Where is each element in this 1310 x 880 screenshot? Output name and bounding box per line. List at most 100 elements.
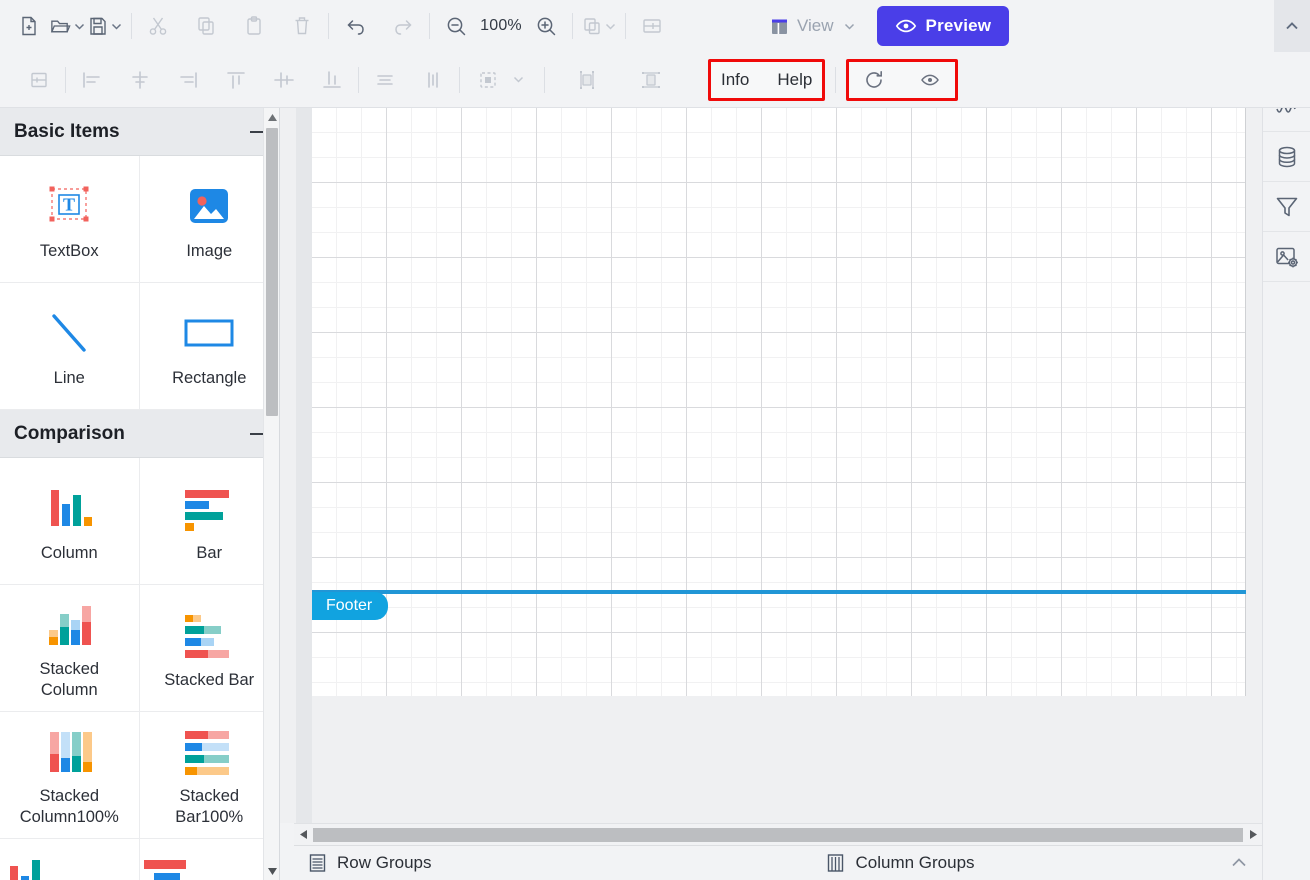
rectangle-icon [178, 304, 240, 362]
properties-icon[interactable] [1263, 108, 1310, 132]
scrollbar-thumb[interactable] [313, 827, 1243, 842]
toolbar-divider [131, 13, 132, 39]
distribute-vertical-icon[interactable] [414, 61, 452, 99]
align-right-icon[interactable] [169, 61, 207, 99]
size-width-icon[interactable] [568, 61, 606, 99]
open-folder-icon[interactable] [48, 7, 86, 45]
zoom-level-label: 100% [480, 17, 522, 34]
toolbox-group-header-comparison[interactable]: Comparison [0, 410, 279, 458]
info-button[interactable]: Info [721, 70, 749, 90]
toolbox-item-label: Rectangle [172, 368, 247, 387]
column-groups-label: Column Groups [855, 853, 975, 872]
collapse-toolbar-button[interactable] [1274, 0, 1310, 52]
toolbox-item-stacked-bar-chart[interactable]: Stacked Bar [139, 585, 279, 712]
scroll-left-arrow-icon[interactable] [294, 824, 312, 846]
align-bottom-icon[interactable] [313, 61, 351, 99]
help-button[interactable]: Help [777, 70, 812, 90]
footer-section-divider [312, 590, 1246, 594]
toolbar-divider [544, 66, 545, 93]
scrollbar-thumb[interactable] [266, 128, 278, 416]
toolbox-item-range-column-chart[interactable] [0, 839, 140, 880]
undo-icon[interactable] [336, 7, 374, 45]
toolbox-item-column-chart[interactable]: Column [0, 458, 140, 585]
canvas-horizontal-scrollbar[interactable] [294, 823, 1262, 845]
report-designer-window: 100% View Preview Info Help Basic Items … [0, 0, 1310, 880]
zoom-in-icon[interactable] [527, 7, 565, 45]
view-menu-button[interactable]: View [759, 7, 867, 45]
report-design-surface[interactable] [312, 108, 1246, 696]
zoom-out-icon[interactable] [437, 7, 475, 45]
duplicate-layout-icon[interactable] [580, 7, 618, 45]
refresh-preview-highlight-group [846, 58, 959, 101]
delete-icon[interactable] [283, 7, 321, 45]
align-left-icon[interactable] [73, 61, 111, 99]
collapse-groups-button[interactable] [1230, 855, 1248, 871]
toolbox-item-textbox[interactable]: T TextBox [0, 156, 140, 283]
refresh-icon[interactable] [855, 61, 893, 99]
paste-icon[interactable] [235, 7, 273, 45]
toolbox-item-stacked-column-100-chart[interactable]: Stacked Column100% [0, 712, 140, 839]
toolbox-group-basic-items: T TextBox Image Line Rectangle [0, 156, 279, 410]
toolbar-divider [835, 66, 837, 93]
preview-label: Preview [925, 16, 992, 35]
image-settings-icon[interactable] [1263, 232, 1310, 282]
column-groups-button[interactable]: Column Groups [826, 853, 975, 873]
toolbox-item-rectangle[interactable]: Rectangle [139, 283, 279, 410]
preview-button[interactable]: Preview [876, 6, 1010, 46]
toolbox-item-bar-chart[interactable]: Bar [139, 458, 279, 585]
split-panel-icon[interactable] [633, 7, 671, 45]
align-center-icon[interactable] [121, 61, 159, 99]
row-groups-icon [309, 854, 326, 872]
scroll-down-arrow-icon[interactable] [264, 862, 279, 880]
toolbox-item-label: Stacked Bar [164, 670, 255, 689]
toolbar-divider [429, 13, 430, 39]
toolbox-item-label: Bar [196, 543, 223, 562]
bar-chart-icon [181, 479, 237, 537]
data-sources-icon[interactable] [1263, 132, 1310, 182]
row-groups-button[interactable]: Row Groups [308, 853, 431, 873]
design-canvas-area[interactable]: Footer [280, 108, 1262, 823]
toolbox-item-label: TextBox [39, 241, 99, 260]
select-all-icon[interactable] [477, 61, 526, 99]
toolbox-item-range-bar-chart[interactable] [139, 839, 279, 880]
chevron-down-icon[interactable] [511, 72, 526, 87]
scroll-up-arrow-icon[interactable] [264, 108, 279, 126]
footer-section-tab[interactable]: Footer [312, 592, 389, 620]
toolbox-group-comparison: Column Bar Stacked Column Stacked Bar St… [0, 458, 279, 880]
column-groups-icon [828, 854, 844, 872]
cut-icon[interactable] [139, 7, 177, 45]
eye-icon[interactable] [911, 61, 949, 99]
toolbox-item-stacked-bar-100-chart[interactable]: Stacked Bar100% [139, 712, 279, 839]
toolbox-item-label: Column [40, 543, 98, 562]
size-height-icon[interactable] [632, 61, 670, 99]
chevron-up-icon [1286, 22, 1298, 30]
toolbox-scrollbar[interactable] [263, 108, 279, 880]
chevron-down-icon[interactable] [842, 19, 857, 34]
chevron-down-icon[interactable] [604, 20, 617, 33]
save-icon[interactable] [86, 7, 124, 45]
toolbox-panel: Basic Items T TextBox Image Line Rectang… [0, 108, 280, 880]
align-middle-icon[interactable] [265, 61, 303, 99]
toolbox-item-line[interactable]: Line [0, 283, 140, 410]
new-file-icon[interactable] [10, 7, 48, 45]
copy-icon[interactable] [187, 7, 225, 45]
filter-icon[interactable] [1263, 182, 1310, 232]
fit-to-page-icon[interactable] [20, 61, 58, 99]
chevron-down-icon[interactable] [110, 20, 123, 33]
distribute-horizontal-icon[interactable] [366, 61, 404, 99]
toolbar-divider [328, 13, 329, 39]
toolbar-divider [65, 66, 66, 93]
chevron-down-icon[interactable] [73, 20, 86, 33]
toolbox-item-stacked-column-chart[interactable]: Stacked Column [0, 585, 140, 712]
toolbox-item-label: Stacked Column [39, 660, 100, 699]
redo-icon[interactable] [384, 7, 422, 45]
toolbox-item-image[interactable]: Image [139, 156, 279, 283]
alignment-toolbar: Info Help [0, 52, 1310, 108]
eye-icon [895, 19, 916, 33]
align-top-icon[interactable] [217, 61, 255, 99]
toolbox-item-label: Image [186, 241, 233, 260]
main-toolbar: 100% View Preview [0, 0, 1310, 52]
toolbox-item-label: Stacked Bar100% [175, 787, 244, 826]
scroll-right-arrow-icon[interactable] [1244, 824, 1262, 846]
toolbox-group-header-basic-items[interactable]: Basic Items [0, 108, 279, 156]
